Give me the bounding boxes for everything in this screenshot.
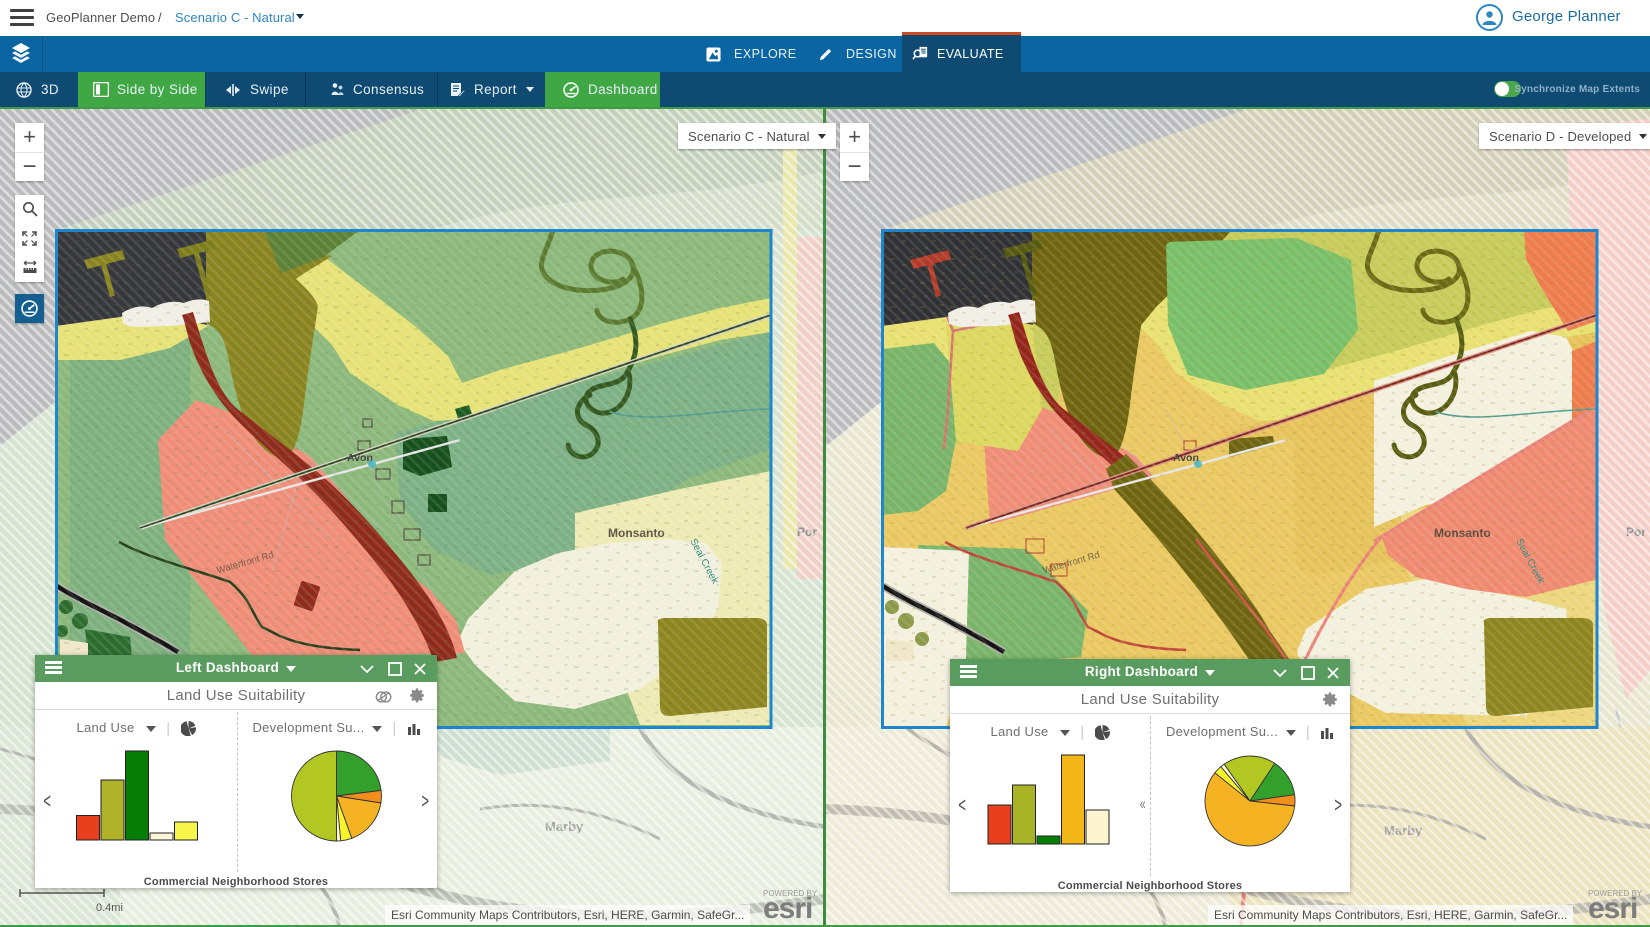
svg-text:0.4mi: 0.4mi (96, 902, 123, 914)
